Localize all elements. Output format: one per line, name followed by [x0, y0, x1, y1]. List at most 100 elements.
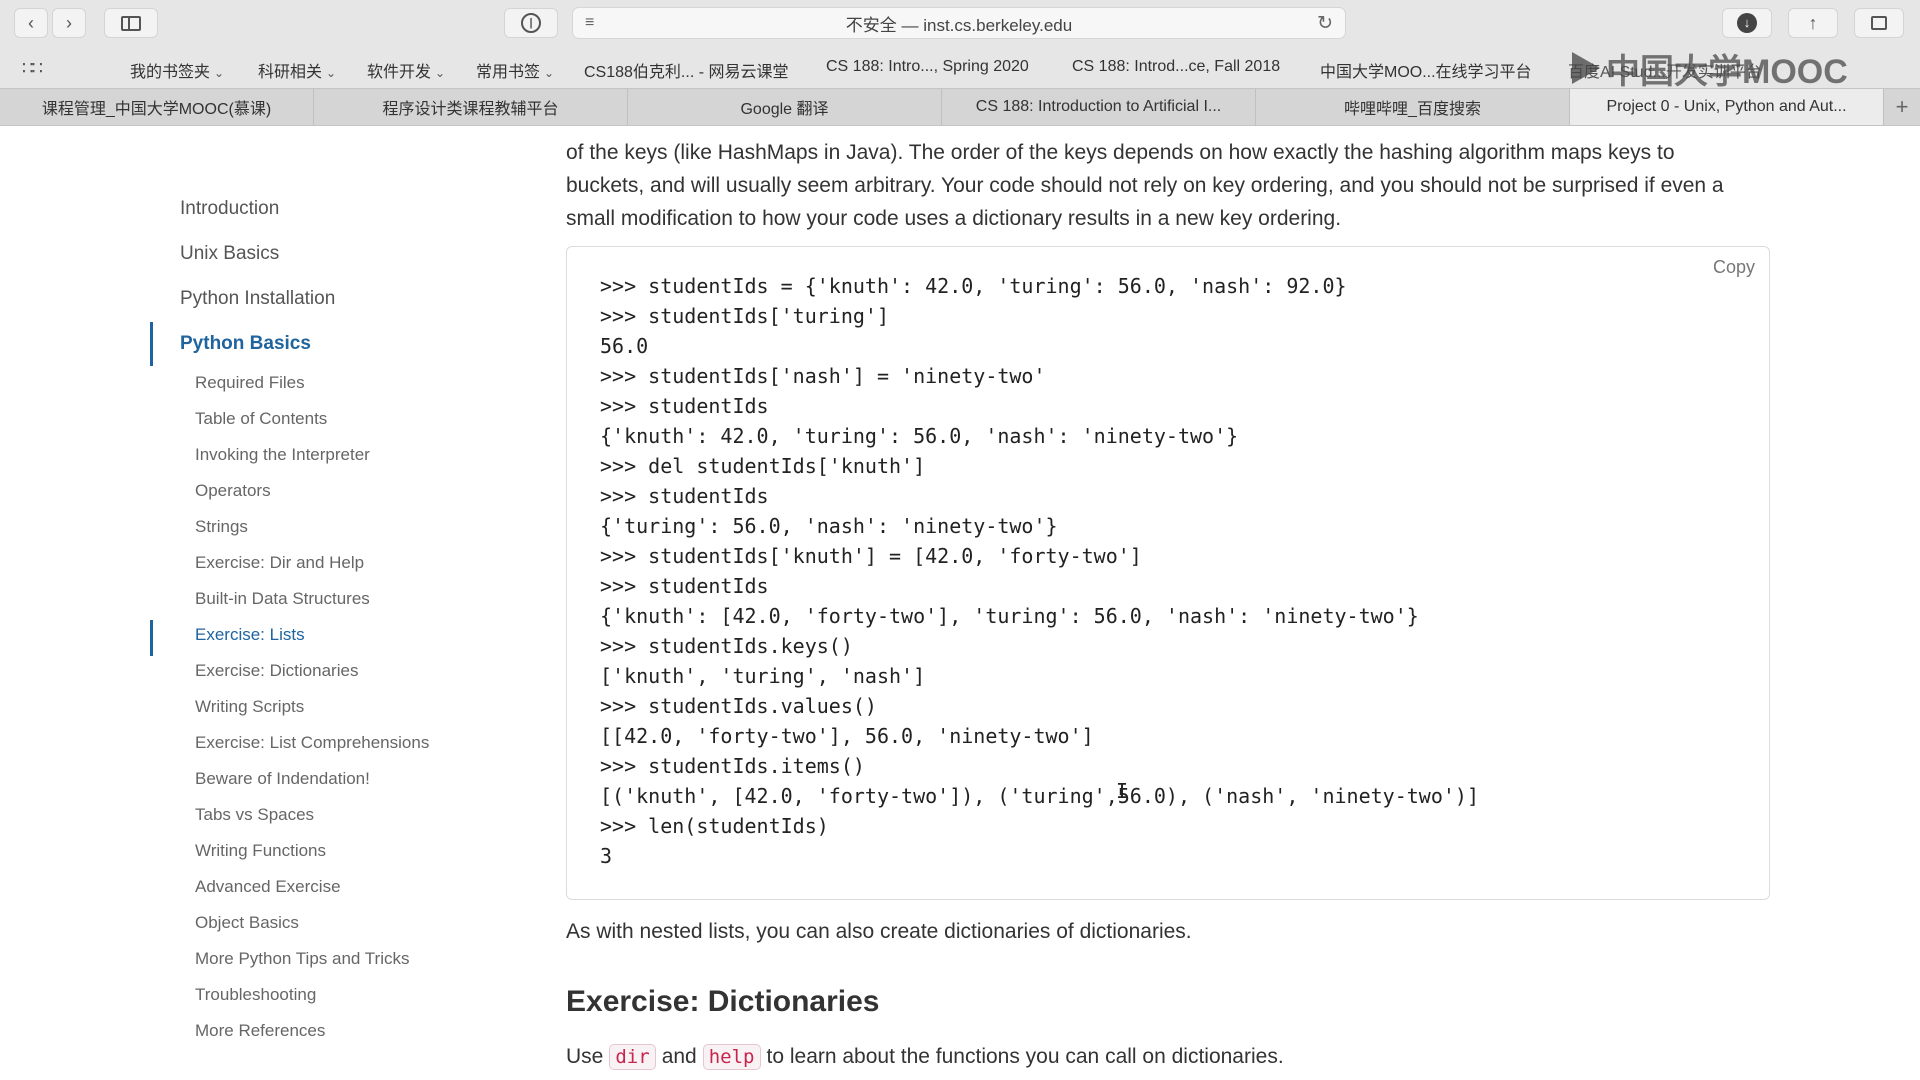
- code-line: >>> studentIds.values(): [600, 694, 877, 718]
- download-icon: ↓: [1737, 13, 1757, 33]
- downloads-button[interactable]: ↓: [1722, 8, 1772, 38]
- new-tab-button[interactable]: +: [1884, 89, 1920, 125]
- code-line: [[42.0, 'forty-two'], 56.0, 'ninety-two'…: [600, 724, 1094, 748]
- bookmark-item[interactable]: CS188伯克利... - 网易云课堂: [584, 58, 788, 82]
- nav-sub-item[interactable]: Operators: [195, 481, 271, 501]
- use-suffix: to learn about the functions you can cal…: [766, 1045, 1284, 1068]
- nav-sub-item[interactable]: Strings: [195, 517, 248, 537]
- reload-icon[interactable]: ↻: [1317, 12, 1333, 35]
- inline-code-dir: dir: [609, 1044, 656, 1070]
- password-button[interactable]: |: [504, 8, 558, 38]
- tab-label: Project 0 - Unix, Python and Aut...: [1606, 98, 1847, 115]
- nav-sub-item[interactable]: Required Files: [195, 373, 305, 393]
- use-paragraph: Use dir and help to learn about the func…: [566, 1044, 1284, 1070]
- code-line: >>> studentIds.items(): [600, 754, 865, 778]
- play-logo-icon: [1572, 52, 1600, 84]
- browser-tab[interactable]: 哔哩哔哩_百度搜索: [1256, 89, 1570, 125]
- code-line: >>> studentIds: [600, 394, 769, 418]
- browser-tab[interactable]: 程序设计类课程教辅平台: [314, 89, 628, 125]
- intro-paragraph-line: of the keys (like HashMaps in Java). The…: [566, 141, 1675, 164]
- bookmark-item[interactable]: 科研相关 ⌄: [258, 58, 336, 82]
- nav-sub-item[interactable]: Writing Functions: [195, 841, 326, 861]
- nav-sub-item[interactable]: Exercise: List Comprehensions: [195, 733, 429, 753]
- code-line: >>> studentIds.keys(): [600, 634, 853, 658]
- browser-tab-active[interactable]: Project 0 - Unix, Python and Aut...: [1570, 89, 1884, 125]
- chevron-down-icon: ⌄: [435, 66, 446, 80]
- nav-sub-item[interactable]: Table of Contents: [195, 409, 327, 429]
- browser-tab[interactable]: 课程管理_中国大学MOOC(慕课): [0, 89, 314, 125]
- nav-python-installation[interactable]: Python Installation: [180, 288, 335, 310]
- watermark-text: 中国大学MOOC: [1606, 52, 1848, 91]
- bookmark-item[interactable]: CS 188: Intro..., Spring 2020: [826, 58, 1029, 76]
- share-button[interactable]: ↑: [1788, 8, 1838, 38]
- chevron-right-icon: ›: [66, 12, 72, 33]
- code-line: >>> studentIds['nash'] = 'ninety-two': [600, 364, 1046, 388]
- nav-sub-item[interactable]: Tabs vs Spaces: [195, 805, 314, 825]
- reader-icon[interactable]: ≡: [585, 14, 594, 32]
- tab-label: Google 翻译: [740, 101, 829, 118]
- nav-sub-item[interactable]: Invoking the Interpreter: [195, 445, 370, 465]
- nav-sub-item[interactable]: Built-in Data Structures: [195, 589, 370, 609]
- nav-python-basics[interactable]: Python Basics: [180, 333, 311, 355]
- nav-sub-item[interactable]: More References: [195, 1021, 325, 1041]
- share-icon: ↑: [1808, 12, 1818, 33]
- bookmark-item[interactable]: 常用书签 ⌄: [476, 58, 554, 82]
- address-bar[interactable]: ≡ 不安全 — inst.cs.berkeley.edu ↻: [572, 7, 1346, 39]
- bookmark-item[interactable]: 软件开发 ⌄: [367, 58, 445, 82]
- code-line: 56.0: [600, 334, 649, 358]
- nav-sub-item[interactable]: Beware of Indendation!: [195, 769, 370, 789]
- chevron-left-icon: ‹: [28, 12, 34, 33]
- nested-dict-paragraph: As with nested lists, you can also creat…: [566, 920, 1192, 943]
- tab-label: 课程管理_中国大学MOOC(慕课): [41, 101, 272, 118]
- sidebar-icon: [121, 15, 141, 31]
- nav-sub-item[interactable]: Exercise: Dictionaries: [195, 661, 358, 681]
- code-line: {'turing': 56.0, 'nash': 'ninety-two'}: [600, 514, 1058, 538]
- bookmark-label: 软件开发: [367, 64, 432, 81]
- code-line: >>> del studentIds['knuth']: [600, 454, 926, 478]
- main-content: of the keys (like HashMaps in Java). The…: [566, 136, 1770, 235]
- nav-sub-item[interactable]: Advanced Exercise: [195, 877, 341, 897]
- tab-label: 程序设计类课程教辅平台: [382, 101, 559, 118]
- browser-toolbar: ‹ › | ≡ 不安全 — inst.cs.berkeley.edu ↻ ↓ ↑: [0, 0, 1920, 46]
- copy-button[interactable]: Copy: [1713, 257, 1755, 278]
- bookmark-label: 常用书签: [476, 64, 541, 81]
- key-icon: |: [521, 13, 541, 33]
- nav-unix-basics[interactable]: Unix Basics: [180, 243, 279, 265]
- code-line: >>> studentIds: [600, 484, 769, 508]
- code-block: Copy >>> studentIds = {'knuth': 42.0, 't…: [566, 246, 1770, 900]
- bookmark-label: 科研相关: [258, 64, 323, 81]
- nav-sub-item[interactable]: Troubleshooting: [195, 985, 316, 1005]
- sidebar-toggle-button[interactable]: [104, 8, 158, 38]
- code-line: ['knuth', 'turing', 'nash']: [600, 664, 926, 688]
- code-lines: >>> studentIds = {'knuth': 42.0, 'turing…: [600, 271, 1479, 871]
- bookmark-item[interactable]: 我的书签夹 ⌄: [130, 58, 224, 82]
- nav-sub-item[interactable]: Object Basics: [195, 913, 299, 933]
- chevron-down-icon: ⌄: [214, 66, 225, 80]
- inline-code-help: help: [702, 1044, 761, 1070]
- nav-sub-item-active[interactable]: Exercise: Lists: [195, 625, 305, 645]
- bookmark-item[interactable]: CS 188: Introd...ce, Fall 2018: [1072, 58, 1280, 76]
- tab-label: 哔哩哔哩_百度搜索: [1344, 101, 1481, 118]
- nav-introduction[interactable]: Introduction: [180, 198, 279, 220]
- chevron-down-icon: ⌄: [326, 66, 337, 80]
- intro-paragraph-line: buckets, and will usually seem arbitrary…: [566, 174, 1724, 197]
- code-line: [('knuth', [42.0, 'forty-two']), ('turin…: [600, 784, 1479, 808]
- mooc-watermark: 中国大学MOOC: [1572, 48, 1872, 91]
- tabs-overview-button[interactable]: [1854, 8, 1904, 38]
- nav-sub-item[interactable]: More Python Tips and Tricks: [195, 949, 409, 969]
- bookmark-item[interactable]: 中国大学MOO...在线学习平台: [1320, 58, 1532, 82]
- browser-tab[interactable]: CS 188: Introduction to Artificial I...: [942, 89, 1256, 125]
- back-button[interactable]: ‹: [14, 8, 48, 38]
- code-line: 3: [600, 844, 613, 868]
- text-cursor-icon: I: [1116, 779, 1129, 803]
- bookmark-label: 我的书签夹: [130, 64, 211, 81]
- nav-sub-item[interactable]: Writing Scripts: [195, 697, 304, 717]
- forward-button[interactable]: ›: [52, 8, 86, 38]
- intro-paragraph-line: small modification to how your code uses…: [566, 207, 1342, 230]
- nav-sub-item[interactable]: Exercise: Dir and Help: [195, 553, 364, 573]
- apps-grid-icon[interactable]: ∷∷: [22, 58, 43, 79]
- section-heading: Exercise: Dictionaries: [566, 985, 880, 1018]
- browser-tab[interactable]: Google 翻译: [628, 89, 942, 125]
- tab-label: CS 188: Introduction to Artificial I...: [975, 98, 1222, 115]
- code-line: >>> studentIds: [600, 574, 769, 598]
